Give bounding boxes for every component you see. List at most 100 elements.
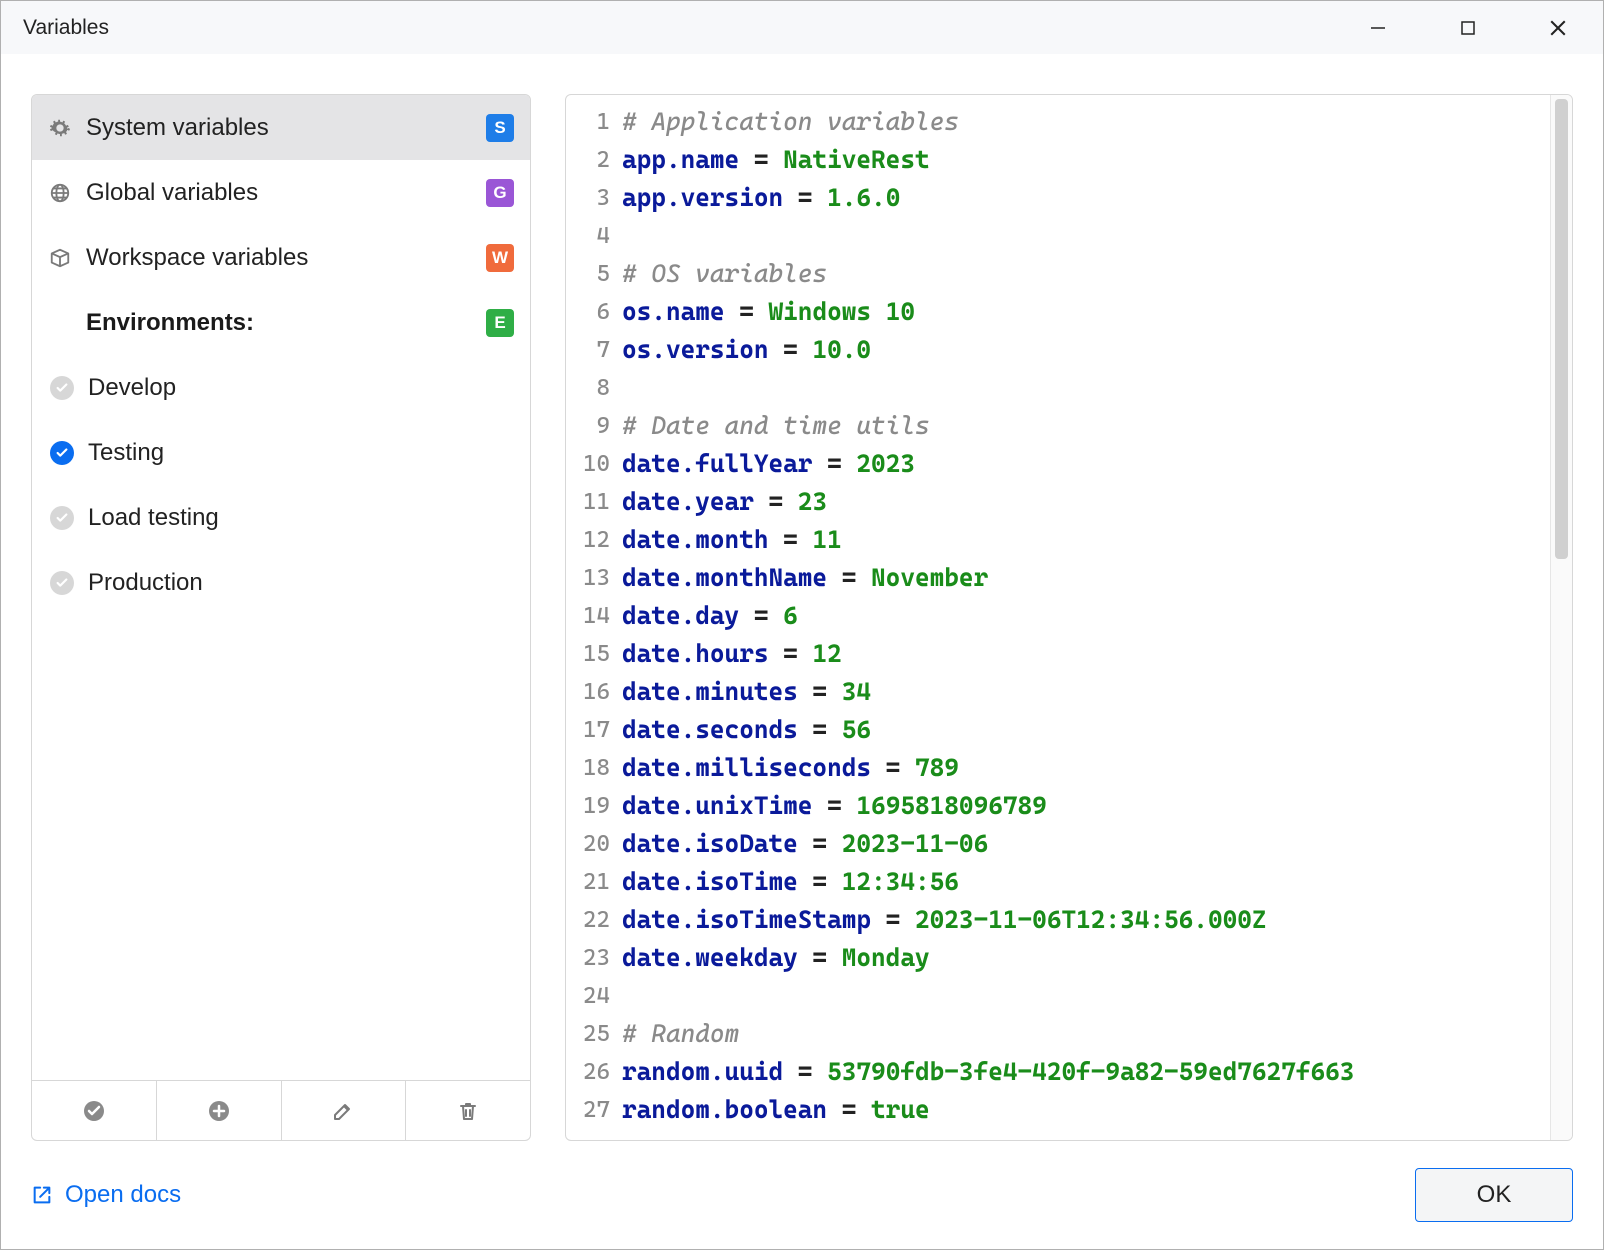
dialog-footer: Open docs OK: [1, 1141, 1603, 1249]
minimize-button[interactable]: [1333, 1, 1423, 54]
check-circle-icon: [82, 1099, 106, 1123]
gear-icon: [48, 116, 72, 140]
code-line: 18date.milliseconds = 789: [566, 749, 1534, 787]
close-button[interactable]: [1513, 1, 1603, 54]
code-kv: date.hours = 12: [622, 635, 842, 673]
code-kv: date.seconds = 56: [622, 711, 871, 749]
code-kv: date.day = 6: [622, 597, 798, 635]
code-line: 11date.year = 23: [566, 483, 1534, 521]
line-number: 25: [566, 1015, 622, 1053]
open-docs-link[interactable]: Open docs: [31, 1181, 181, 1209]
line-number: 23: [566, 939, 622, 977]
line-number: 1: [566, 103, 622, 141]
line-number: 10: [566, 445, 622, 483]
line-number: 15: [566, 635, 622, 673]
environment-item[interactable]: Production: [32, 550, 530, 615]
code-line: 20date.isoDate = 2023-11-06: [566, 825, 1534, 863]
environment-label: Production: [88, 569, 203, 597]
code-kv: date.year = 23: [622, 483, 827, 521]
code-kv: date.fullYear = 2023: [622, 445, 915, 483]
code-comment: # Random: [622, 1015, 739, 1053]
code-line: 24: [566, 977, 1534, 1015]
edit-environment-button[interactable]: [282, 1081, 407, 1140]
code-line: 25# Random: [566, 1015, 1534, 1053]
environment-item[interactable]: Develop: [32, 355, 530, 420]
set-active-button[interactable]: [32, 1081, 157, 1140]
check-icon: [50, 441, 74, 465]
line-number: 11: [566, 483, 622, 521]
code-line: 15date.hours = 12: [566, 635, 1534, 673]
external-link-icon: [31, 1184, 53, 1206]
code-line: 26random.uuid = 53790fdb-3fe4-420f-9a82-…: [566, 1053, 1534, 1091]
code-line: 2app.name = NativeRest: [566, 141, 1534, 179]
line-number: 4: [566, 217, 622, 255]
close-icon: [1549, 19, 1567, 37]
code-kv: date.unixTime = 1695818096789: [622, 787, 1047, 825]
maximize-button[interactable]: [1423, 1, 1513, 54]
line-number: 8: [566, 369, 622, 407]
delete-environment-button[interactable]: [406, 1081, 530, 1140]
check-icon: [50, 571, 74, 595]
code-editor[interactable]: 1# Application variables2app.name = Nati…: [565, 94, 1573, 1141]
line-number: 2: [566, 141, 622, 179]
add-environment-button[interactable]: [157, 1081, 282, 1140]
sidebar-item-label: Workspace variables: [86, 244, 472, 272]
check-icon: [50, 376, 74, 400]
scope-badge: S: [486, 114, 514, 142]
minimize-icon: [1370, 20, 1386, 36]
line-number: 21: [566, 863, 622, 901]
code-line: 16date.minutes = 34: [566, 673, 1534, 711]
code-line: 21date.isoTime = 12:34:56: [566, 863, 1534, 901]
check-icon: [50, 506, 74, 530]
sidebar-item-workspace[interactable]: Workspace variables W: [32, 225, 530, 290]
code-line: 23date.weekday = Monday: [566, 939, 1534, 977]
code-comment: # OS variables: [622, 255, 827, 293]
code-blank: [622, 217, 637, 255]
globe-icon: [48, 181, 72, 205]
line-number: 27: [566, 1091, 622, 1129]
sidebar-item-global[interactable]: Global variables G: [32, 160, 530, 225]
line-number: 20: [566, 825, 622, 863]
editor-scroll-thumb[interactable]: [1555, 99, 1568, 559]
maximize-icon: [1460, 20, 1476, 36]
dialog-title: Variables: [23, 16, 109, 40]
environment-label: Testing: [88, 439, 164, 467]
code-kv: date.milliseconds = 789: [622, 749, 959, 787]
scope-badge: W: [486, 244, 514, 272]
code-kv: date.monthName = November: [622, 559, 988, 597]
line-number: 14: [566, 597, 622, 635]
sidebar: System variablesS Global variables G Worksp…: [31, 94, 531, 1141]
line-number: 9: [566, 407, 622, 445]
line-number: 17: [566, 711, 622, 749]
sidebar-item-label: Global variables: [86, 179, 472, 207]
line-number: 22: [566, 901, 622, 939]
code-comment: # Application variables: [622, 103, 959, 141]
scope-badge: G: [486, 179, 514, 207]
environments-badge: E: [486, 309, 514, 337]
code-line: 5# OS variables: [566, 255, 1534, 293]
code-line: 7os.version = 10.0: [566, 331, 1534, 369]
environment-label: Develop: [88, 374, 176, 402]
sidebar-toolbar: [32, 1080, 530, 1140]
code-kv: date.isoDate = 2023-11-06: [622, 825, 988, 863]
environment-item[interactable]: Testing: [32, 420, 530, 485]
code-line: 14date.day = 6: [566, 597, 1534, 635]
sidebar-item-system[interactable]: System variablesS: [32, 95, 530, 160]
ok-button-label: OK: [1477, 1181, 1512, 1209]
code-line: 12date.month = 11: [566, 521, 1534, 559]
code-kv: date.isoTime = 12:34:56: [622, 863, 959, 901]
editor-scrollbar[interactable]: [1550, 95, 1572, 1140]
code-line: 17date.seconds = 56: [566, 711, 1534, 749]
environment-item[interactable]: Load testing: [32, 485, 530, 550]
code-kv: random.uuid = 53790fdb-3fe4-420f-9a82-59…: [622, 1053, 1354, 1091]
titlebar: Variables: [1, 1, 1603, 54]
box-icon: [48, 246, 72, 270]
ok-button[interactable]: OK: [1415, 1168, 1573, 1222]
line-number: 6: [566, 293, 622, 331]
code-line: 27random.boolean = true: [566, 1091, 1534, 1129]
code-kv: date.isoTimeStamp = 2023-11-06T12:34:56.…: [622, 901, 1267, 939]
line-number: 26: [566, 1053, 622, 1091]
window-controls: [1333, 1, 1603, 54]
environment-label: Load testing: [88, 504, 219, 532]
code-kv: app.name = NativeRest: [622, 141, 930, 179]
